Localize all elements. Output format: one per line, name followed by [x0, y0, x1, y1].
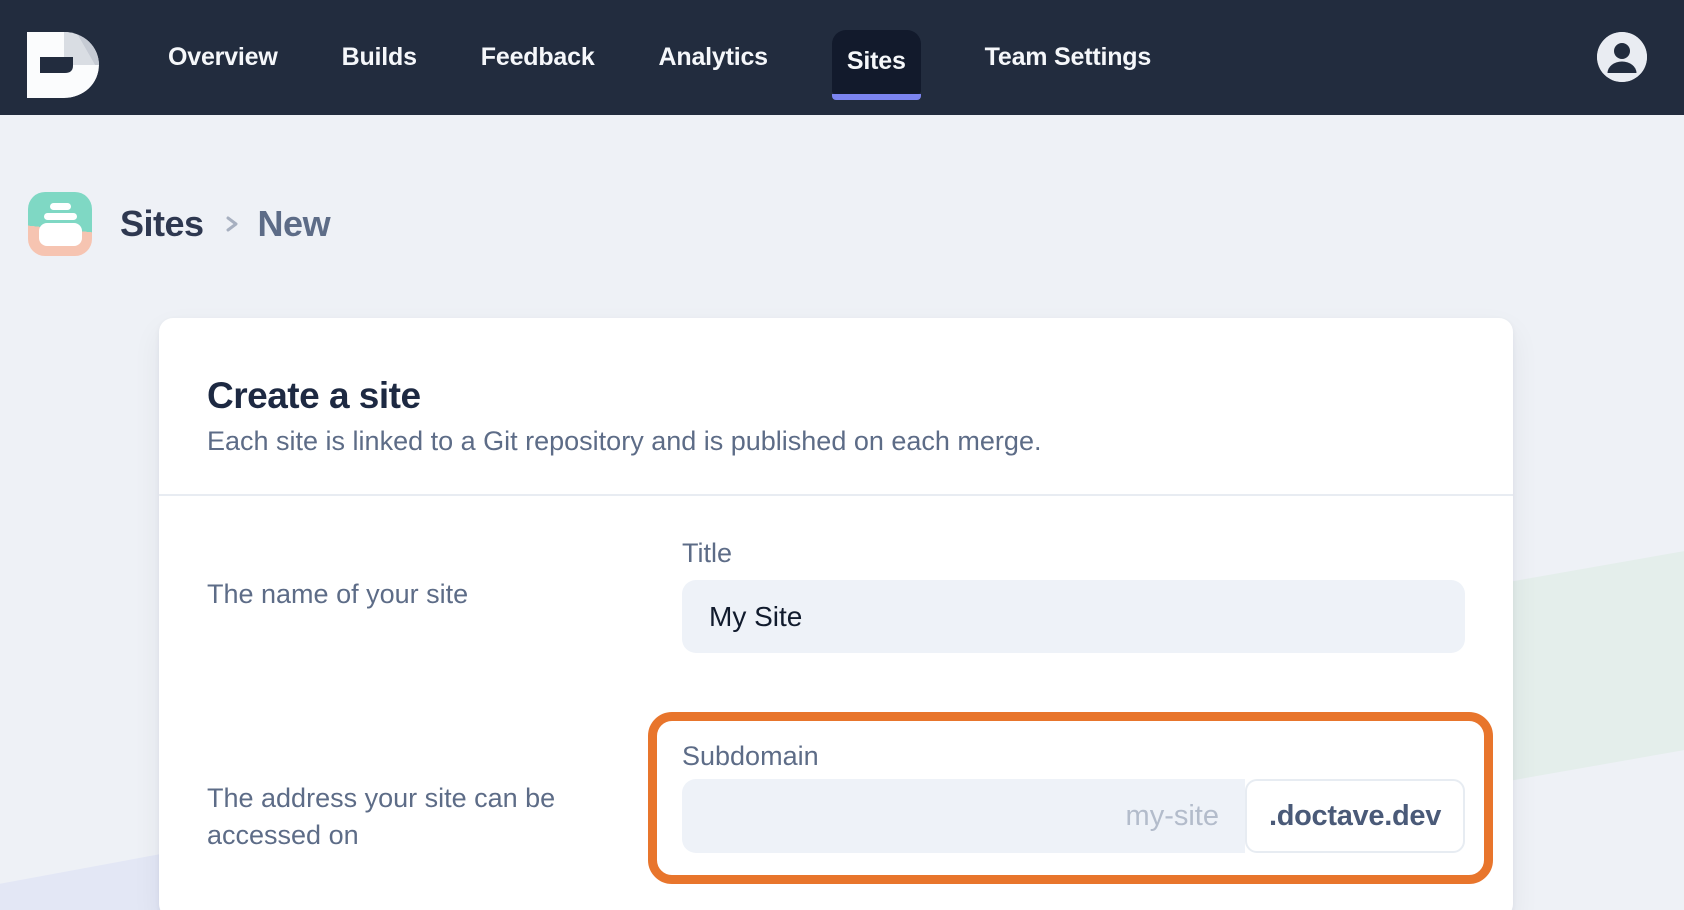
doctave-d-icon — [27, 32, 99, 98]
nav-item-builds[interactable]: Builds — [342, 43, 417, 72]
subdomain-description-text: The address your site can be accessed on — [207, 780, 627, 854]
title-input[interactable] — [682, 580, 1465, 653]
title-field-label: Title — [682, 536, 1465, 570]
subdomain-input[interactable] — [682, 779, 1245, 853]
app-window: Overview Builds Feedback Analytics Sites… — [0, 0, 1684, 910]
site-name-description: The name of your site — [207, 536, 682, 653]
nav-item-sites[interactable]: Sites — [832, 30, 921, 94]
site-name-description-text: The name of your site — [207, 576, 468, 613]
breadcrumb: Sites New — [28, 192, 330, 256]
nav-menu: Overview Builds Feedback Analytics Sites… — [168, 0, 1151, 115]
nav-item-feedback[interactable]: Feedback — [481, 43, 595, 72]
subdomain-field-label: Subdomain — [682, 739, 1465, 773]
chevron-right-icon — [220, 209, 244, 239]
breadcrumb-current-page: New — [258, 203, 331, 245]
sites-stack-icon — [28, 192, 92, 256]
create-site-card: Create a site Each site is linked to a G… — [159, 318, 1513, 910]
annotation-highlight-box: Subdomain .doctave.dev — [648, 712, 1493, 884]
nav-item-analytics[interactable]: Analytics — [659, 43, 768, 72]
site-name-row: The name of your site Title — [159, 536, 1513, 653]
title-field-group: Title — [682, 536, 1465, 653]
subdomain-input-group: .doctave.dev — [682, 779, 1465, 853]
top-nav: Overview Builds Feedback Analytics Sites… — [0, 0, 1684, 115]
user-icon — [1597, 32, 1647, 82]
card-title: Create a site — [207, 374, 1465, 418]
nav-item-overview[interactable]: Overview — [168, 43, 278, 72]
user-avatar-button[interactable] — [1597, 32, 1647, 82]
doctave-logo[interactable] — [27, 32, 99, 98]
domain-suffix: .doctave.dev — [1245, 779, 1465, 853]
breadcrumb-sites-link[interactable]: Sites — [120, 203, 204, 245]
nav-item-team-settings[interactable]: Team Settings — [985, 43, 1151, 72]
card-subtitle: Each site is linked to a Git repository … — [207, 424, 1465, 458]
subdomain-description: The address your site can be accessed on — [207, 712, 682, 884]
subdomain-row: The address your site can be accessed on… — [159, 712, 1513, 884]
card-header: Create a site Each site is linked to a G… — [159, 318, 1513, 496]
